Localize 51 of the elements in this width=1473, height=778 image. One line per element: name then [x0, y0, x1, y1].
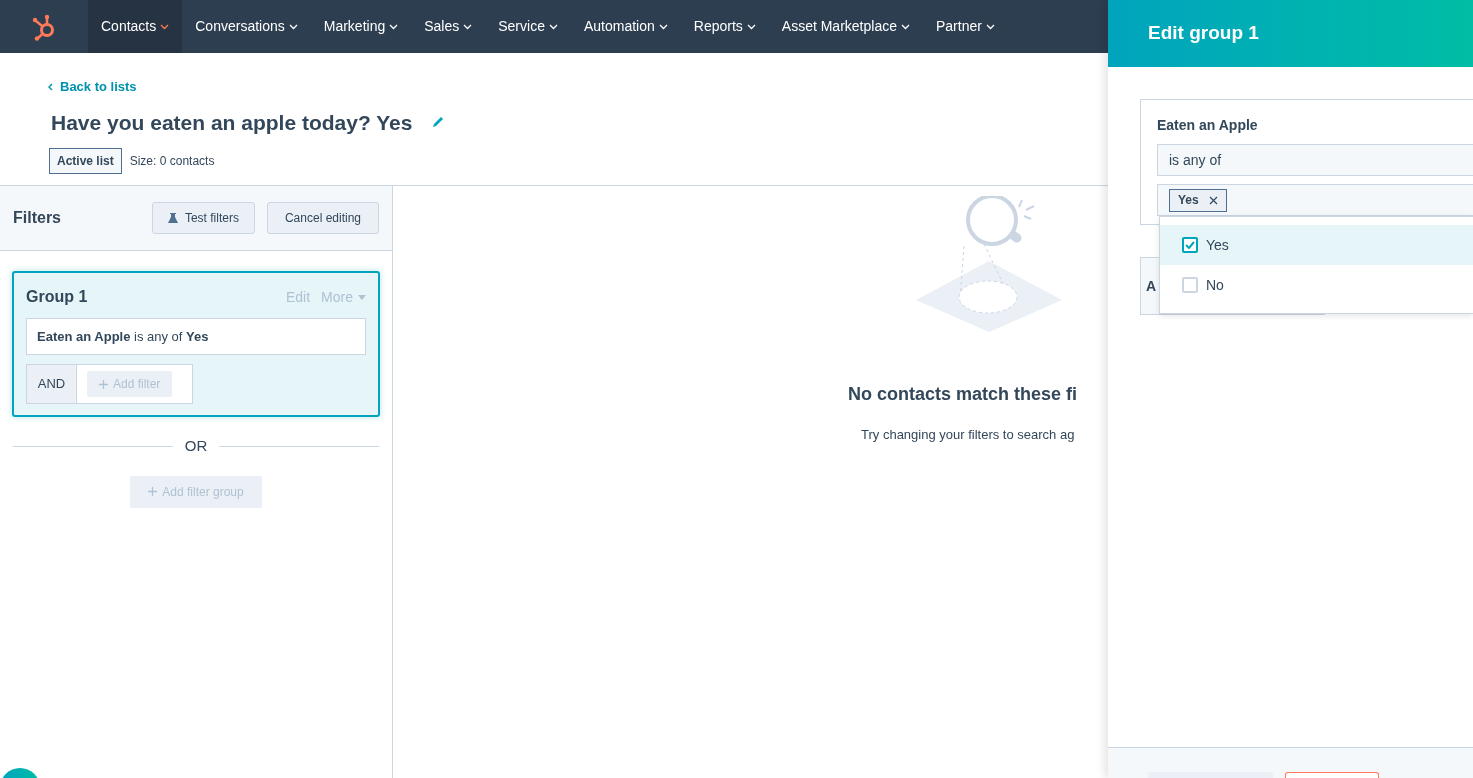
nav-menu-item[interactable]: Contacts — [88, 0, 183, 53]
card-label: A — [1146, 276, 1157, 296]
status-badge: Active list — [49, 148, 122, 174]
filters-heading: Filters — [13, 208, 62, 228]
plus-icon — [148, 487, 158, 496]
chevron-down-icon — [389, 23, 399, 30]
value-tag: Yes — [1169, 188, 1227, 212]
magnifier-illustration-icon — [914, 196, 1064, 332]
and-label: AND — [27, 365, 77, 403]
checkmark-icon — [1185, 241, 1195, 249]
nav-menu-item[interactable]: Partner — [922, 0, 1008, 53]
list-title: Have you eaten an apple today? Yes — [51, 109, 413, 136]
chevron-down-icon — [288, 23, 298, 30]
nav-menu-item[interactable]: Sales — [411, 0, 486, 53]
flask-icon — [167, 212, 178, 224]
test-filters-button[interactable]: Test filters — [151, 202, 255, 234]
field-label: Eaten an Apple — [1157, 116, 1259, 135]
operator-select[interactable]: is any of — [1157, 144, 1473, 176]
back-link[interactable]: Back to lists — [48, 77, 1108, 97]
nav-menu-item[interactable]: Conversations — [182, 0, 311, 53]
panel-title: Edit group 1 — [1148, 21, 1259, 46]
chevron-left-icon — [48, 82, 53, 91]
nav-menu-item[interactable]: Marketing — [310, 0, 412, 53]
option-item[interactable]: Yes — [1160, 225, 1473, 265]
pencil-icon[interactable] — [431, 115, 446, 130]
chevron-down-icon — [658, 23, 668, 30]
plus-icon — [99, 379, 108, 389]
nav-menu-item[interactable]: Asset Marketplace — [768, 0, 923, 53]
nav-menu-item[interactable]: Service — [485, 0, 571, 53]
checkbox[interactable] — [1182, 277, 1198, 293]
or-divider-label: OR — [184, 436, 208, 456]
values-field[interactable]: Yes — [1157, 184, 1473, 216]
cancel-editing-button[interactable]: Cancel editing — [266, 202, 379, 234]
chevron-down-icon — [160, 23, 170, 30]
nav-menu-item[interactable]: Reports — [680, 0, 769, 53]
list-size: Size: 0 contacts — [129, 153, 215, 170]
chevron-down-icon — [746, 23, 756, 30]
close-icon[interactable] — [1208, 195, 1218, 205]
chevron-down-icon — [985, 23, 995, 30]
chevron-down-icon — [548, 23, 558, 30]
group-title: Group 1 — [26, 287, 89, 307]
chevron-down-icon — [463, 23, 473, 30]
empty-state-heading: No contacts match these fi — [848, 383, 1078, 406]
checkbox[interactable] — [1182, 237, 1198, 253]
empty-state-text: Try changing your filters to search ag — [861, 426, 1075, 444]
sprocket-logo-icon — [31, 12, 57, 41]
filter-condition[interactable]: Eaten an Apple is any of Yes — [26, 318, 366, 355]
chevron-down-icon — [900, 23, 910, 30]
caret-icon — [358, 294, 366, 300]
option-item[interactable]: No — [1160, 265, 1473, 305]
nav-menu-item[interactable]: Automation — [570, 0, 681, 53]
